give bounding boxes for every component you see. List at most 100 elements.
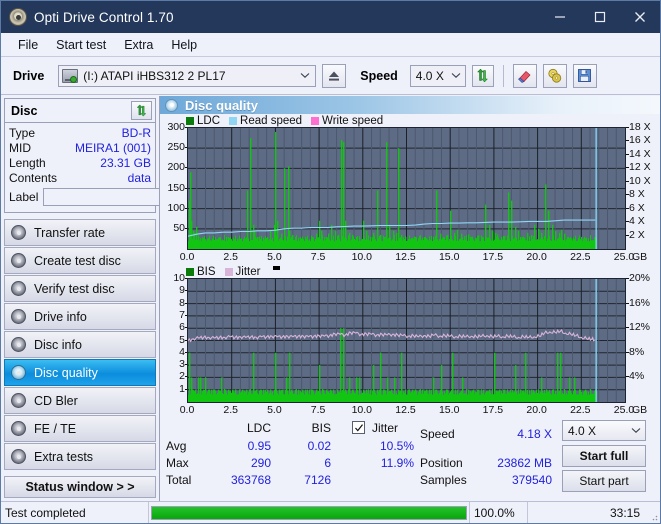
resize-grip-icon[interactable] xyxy=(648,502,660,523)
start-part-button[interactable]: Start part xyxy=(562,470,646,492)
status-window-button[interactable]: Status window > > xyxy=(4,476,156,498)
y-tick-label-right: 4% xyxy=(625,370,645,383)
main-body: Disc Type BD-R MID MEIRA1 (001) Length 2… xyxy=(1,96,660,501)
stats-row-total: Total xyxy=(166,473,192,487)
y-tick-label-right: 18 X xyxy=(626,121,651,133)
sidebar-item-disc-info[interactable]: Disc info xyxy=(4,331,156,358)
legend-label-bis: BIS xyxy=(197,265,216,278)
app-disc-icon xyxy=(9,8,27,26)
drive-select-value: (I:) ATAPI iHBS312 2 PL17 xyxy=(83,68,226,83)
y-tick-label-right: 10 X xyxy=(626,174,651,187)
menu-help[interactable]: Help xyxy=(162,36,206,54)
toolbar: Drive (I:) ATAPI iHBS312 2 PL17 Speed 4.… xyxy=(1,57,660,95)
start-full-button[interactable]: Start full xyxy=(562,445,646,467)
disc-info-header: Disc xyxy=(5,99,155,123)
save-button[interactable] xyxy=(572,63,597,88)
y-tick-label: 4 xyxy=(179,345,188,358)
sidebar-label: Drive info xyxy=(34,309,87,324)
disc-key-length: Length xyxy=(9,155,46,170)
progress-percent: 100.0% xyxy=(470,502,528,523)
minimize-button[interactable] xyxy=(540,1,580,33)
y-tick-label: 2 xyxy=(179,370,188,383)
sidebar-item-disc-quality[interactable]: Disc quality xyxy=(4,359,156,386)
jitter-label: Jitter xyxy=(372,421,399,435)
y-tick-label: 200 xyxy=(167,161,188,174)
close-button[interactable] xyxy=(620,1,660,33)
x-tick-label: 17.5 xyxy=(482,251,504,263)
sidebar-item-extra-tests[interactable]: Extra tests xyxy=(4,443,156,470)
menu-file[interactable]: File xyxy=(9,36,47,54)
scale-marker-icon xyxy=(273,266,281,270)
drive-label: Drive xyxy=(13,68,45,83)
right-panel: Disc quality LDC Read speed Write speed … xyxy=(159,96,660,501)
disc-quality-header: Disc quality xyxy=(160,96,660,114)
disc-icon xyxy=(11,281,26,296)
disc-icon xyxy=(11,337,26,352)
x-tick-label: 20.0 xyxy=(526,404,547,416)
disc-icon xyxy=(11,421,26,436)
legend-swatch-bis xyxy=(186,267,194,276)
x-tick-label: 7.5 xyxy=(310,404,326,416)
burn-disc-button[interactable] xyxy=(542,63,567,88)
speed-label: Speed xyxy=(360,68,398,83)
eject-button[interactable] xyxy=(322,63,347,88)
x-tick-label: 2.5 xyxy=(223,404,238,416)
toolbar-separator xyxy=(502,64,504,87)
window-controls xyxy=(540,1,660,33)
sidebar-label: CD Bler xyxy=(34,393,78,408)
legend-swatch-write-speed xyxy=(311,116,320,125)
sidebar-item-drive-info[interactable]: Drive info xyxy=(4,303,156,330)
stats-bis-total: 7126 xyxy=(304,473,331,487)
stats-speed-value: 4.18 X xyxy=(517,427,552,441)
bis-x-axis: 0.0 2.5 5.0 7.5 10.0 12.5 15.0 17.5 20.0 22.5 25.0… xyxy=(180,403,647,418)
status-bar: Test completed 100.0% 33:15 xyxy=(1,501,660,523)
y-tick-label-right: 8% xyxy=(625,345,645,358)
sidebar-item-create-test-disc[interactable]: Create test disc xyxy=(4,247,156,274)
y-tick-label: 250 xyxy=(167,141,188,154)
x-tick-label: 5.0 xyxy=(267,251,282,263)
jitter-checkbox[interactable] xyxy=(352,421,365,434)
x-tick-label: 20.0 xyxy=(526,251,547,263)
stats-speed-label: Speed xyxy=(420,427,455,441)
disc-icon xyxy=(11,365,26,380)
title-bar: Opti Drive Control 1.70 xyxy=(1,1,660,33)
maximize-button[interactable] xyxy=(580,1,620,33)
stats-grid: LDC BIS Jitter Avg Max Total 0.95 290 36… xyxy=(164,420,656,501)
menu-start-test[interactable]: Start test xyxy=(47,36,115,54)
sidebar-label: Disc info xyxy=(34,337,82,352)
refresh-button[interactable] xyxy=(471,64,494,87)
disc-refresh-button[interactable] xyxy=(131,101,152,120)
disc-info-rows: Type BD-R MID MEIRA1 (001) Length 23.31 … xyxy=(5,123,217,212)
y-tick-label: 9 xyxy=(179,284,188,297)
chevron-down-icon xyxy=(298,69,312,83)
x-tick-label: 2.5 xyxy=(223,251,238,263)
disc-value-contents: data xyxy=(127,170,151,185)
disc-icon xyxy=(11,449,26,464)
y-tick-label-right: 2 X xyxy=(626,228,645,241)
menu-extra[interactable]: Extra xyxy=(115,36,162,54)
y-tick-label: 7 xyxy=(179,308,188,321)
y-tick-label-right: 8 X xyxy=(626,188,645,201)
speed-select-value: 4.0 X xyxy=(415,68,444,83)
x-tick-label: 0.0 xyxy=(179,404,195,416)
stats-bis-avg: 0.02 xyxy=(307,439,331,453)
stats-samples-label: Samples xyxy=(420,473,467,487)
disc-icon xyxy=(11,225,26,240)
bis-chart: BIS Jitter 1 2 3 4 5 6 7 8 9 10 4% 8% 12% 16% 20% 0.0… xyxy=(160,265,660,418)
stats-header-ldc: LDC xyxy=(246,421,271,435)
test-speed-select[interactable]: 4.0 X xyxy=(562,420,646,441)
stats-position-value: 23862 MB xyxy=(497,456,552,470)
y-tick-label: 10 xyxy=(173,272,188,284)
disc-value-length: 23.31 GB xyxy=(100,155,151,170)
sidebar-item-verify-test-disc[interactable]: Verify test disc xyxy=(4,275,156,302)
stats-ldc-avg: 0.95 xyxy=(247,439,271,453)
legend-swatch-ldc xyxy=(186,116,194,125)
y-tick-label: 3 xyxy=(179,358,188,371)
bis-y-axis-left: 1 2 3 4 5 6 7 8 9 10 xyxy=(160,272,188,403)
erase-button[interactable] xyxy=(512,63,537,88)
speed-select[interactable]: 4.0 X xyxy=(409,64,466,87)
sidebar-item-transfer-rate[interactable]: Transfer rate xyxy=(4,219,156,246)
sidebar-item-cd-bler[interactable]: CD Bler xyxy=(4,387,156,414)
drive-select[interactable]: (I:) ATAPI iHBS312 2 PL17 xyxy=(58,64,317,87)
sidebar-item-fe-te[interactable]: FE / TE xyxy=(4,415,156,442)
